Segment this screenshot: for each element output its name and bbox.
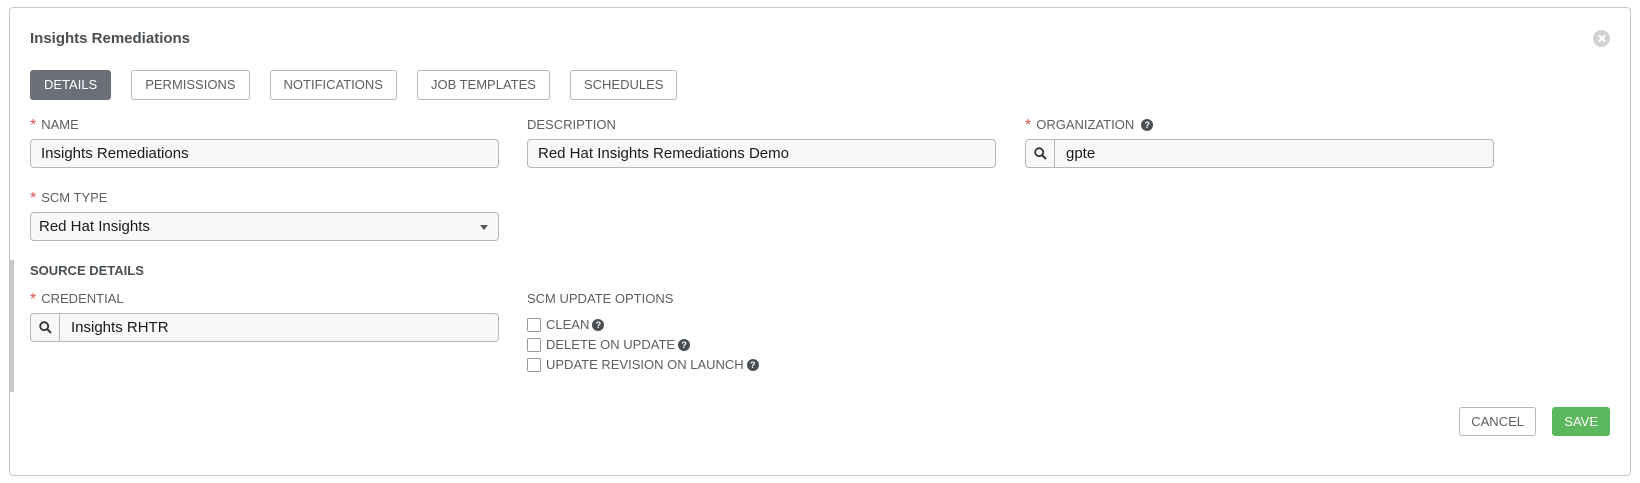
organization-label-text: ORGANIZATION [1036,117,1135,132]
help-icon[interactable]: ? [1141,119,1154,131]
organization-lookup: gpte [1025,139,1494,168]
required-marker: * [30,291,37,308]
source-details-heading: SOURCE DETAILS [30,263,144,278]
search-icon[interactable] [1026,140,1055,167]
help-icon[interactable]: ? [746,358,759,371]
required-marker: * [30,190,37,207]
option-delete-on-update: DELETE ON UPDATE ? [527,337,691,352]
scm-type-label-text: SCM TYPE [41,190,108,205]
organization-input[interactable]: gpte [1055,140,1095,167]
credential-label: * CREDENTIAL [30,291,124,308]
credential-input[interactable]: Insights RHTR [60,314,169,341]
credential-label-text: CREDENTIAL [41,291,124,306]
delete-on-update-label: DELETE ON UPDATE [546,337,676,352]
project-edit-panel: Insights Remediations DETAILS PERMISSION… [9,7,1631,476]
scm-update-options-label-text: SCM UPDATE OPTIONS [527,291,674,306]
cancel-button[interactable]: CANCEL [1459,407,1536,436]
tab-schedules[interactable]: SCHEDULES [569,70,678,100]
scm-type-select[interactable]: Red Hat Insights [30,212,499,241]
description-input[interactable]: Red Hat Insights Remediations Demo [527,139,996,168]
scm-update-options-label: SCM UPDATE OPTIONS [527,291,673,307]
tab-notifications[interactable]: NOTIFICATIONS [269,70,397,100]
help-icon[interactable]: ? [592,318,605,331]
tab-details[interactable]: DETAILS [30,70,112,100]
caret-down-icon [480,225,488,230]
update-revision-on-launch-checkbox[interactable] [527,357,541,372]
delete-on-update-checkbox[interactable] [527,337,541,352]
name-label: * NAME [30,117,79,134]
help-icon[interactable]: ? [678,338,691,351]
clean-checkbox[interactable] [527,317,541,332]
tab-bar: DETAILS PERMISSIONS NOTIFICATIONS JOB TE… [30,70,678,100]
name-label-text: NAME [41,117,79,132]
name-input[interactable]: Insights Remediations [30,139,499,168]
description-label: DESCRIPTION [527,117,616,133]
required-marker: * [1025,117,1032,134]
panel-title: Insights Remediations [30,30,191,47]
search-icon[interactable] [31,314,60,341]
clean-label: CLEAN [546,317,590,332]
option-update-revision-on-launch: UPDATE REVISION ON LAUNCH ? [527,357,759,372]
organization-label: * ORGANIZATION ? [1025,117,1154,134]
save-button[interactable]: SAVE [1552,407,1610,436]
description-label-text: DESCRIPTION [527,117,616,132]
close-icon[interactable] [1593,30,1610,47]
tab-permissions[interactable]: PERMISSIONS [131,70,250,100]
scm-type-label: * SCM TYPE [30,190,108,207]
credential-lookup: Insights RHTR [30,313,499,342]
option-clean: CLEAN ? [527,317,605,332]
update-revision-on-launch-label: UPDATE REVISION ON LAUNCH [546,357,744,372]
source-details-bar [9,260,14,392]
tab-job-templates[interactable]: JOB TEMPLATES [416,70,550,100]
scm-type-value: Red Hat Insights [39,218,150,235]
required-marker: * [30,117,37,134]
